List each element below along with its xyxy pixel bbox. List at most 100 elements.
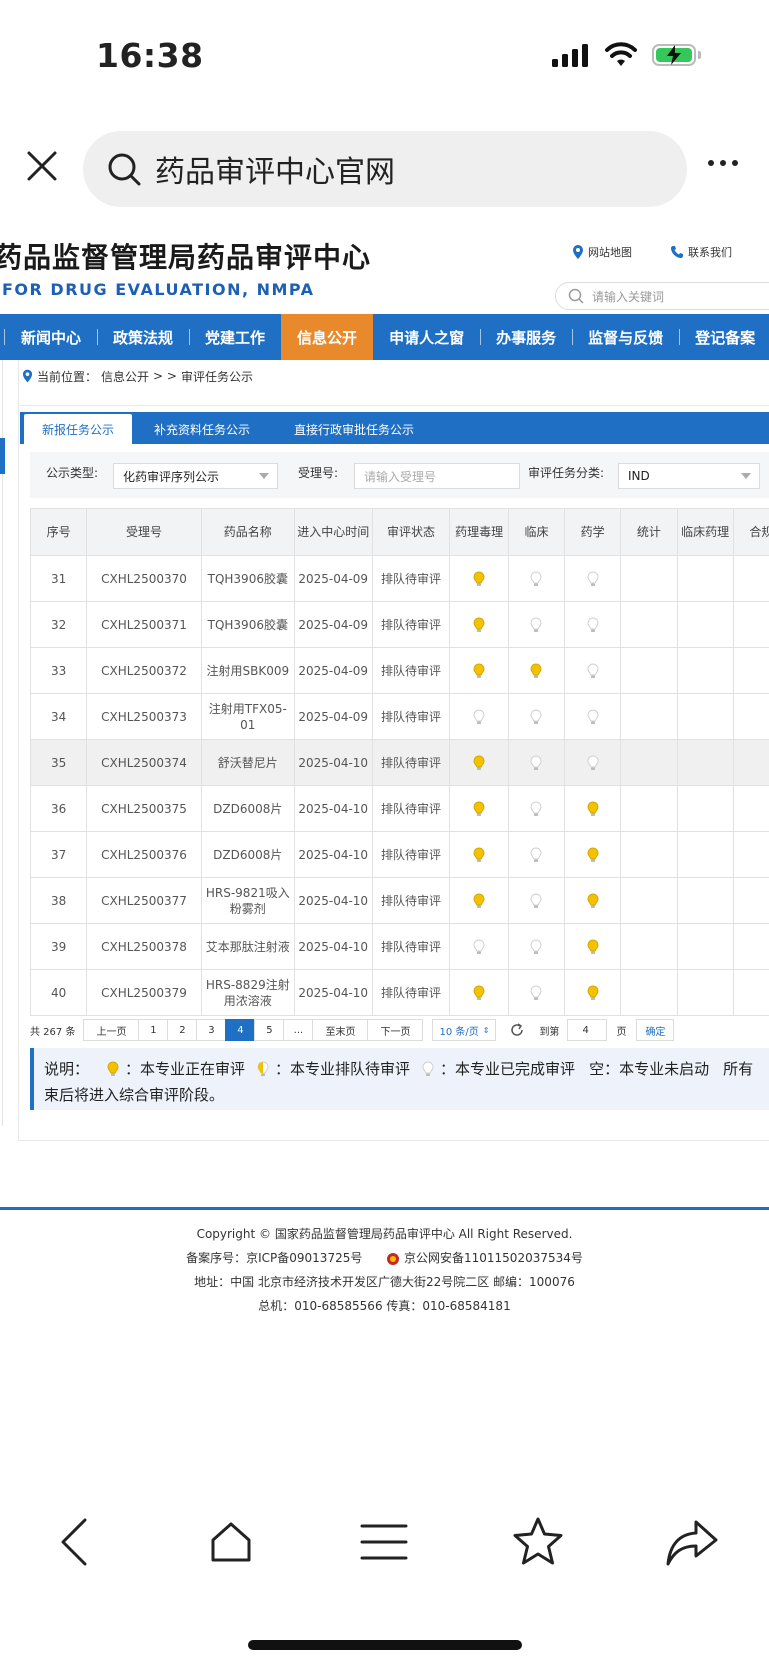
footer-phone: 总机：010-68585566 传真：010-68584181: [258, 1299, 511, 1313]
browser-search-text: 药品审评中心官网: [155, 155, 395, 190]
bulb-white-icon: [473, 939, 485, 955]
confirm-button[interactable]: 确定: [636, 1019, 675, 1041]
nav-item-3[interactable]: 信息公开: [281, 314, 374, 360]
tab-0[interactable]: 新报任务公示: [24, 414, 133, 444]
table-row[interactable]: 32 CXHL2500371 TQH3906胶囊 2025-04-09 排队待审评: [29, 601, 769, 648]
nav-item-2[interactable]: 党建工作: [189, 314, 281, 360]
table-cell: 37: [29, 831, 88, 878]
legend-empty: 空：本专业未启动: [589, 1060, 710, 1078]
table-cell-empty: [620, 969, 678, 1016]
footer-icp[interactable]: 备案序号：京ICP备09013725号: [186, 1251, 362, 1265]
browser-toolbar: [0, 1492, 769, 1592]
table-cell: 34: [29, 693, 88, 740]
prev-page-button[interactable]: 上一页: [83, 1019, 140, 1041]
nav-item-6[interactable]: 监督与反馈: [572, 314, 679, 360]
refresh-icon[interactable]: [509, 1022, 525, 1038]
page-1[interactable]: 1: [138, 1019, 169, 1041]
page-size-select[interactable]: 10 条/页 ⇕: [432, 1019, 497, 1041]
tab-2[interactable]: 直接行政审批任务公示: [272, 414, 436, 444]
nav-item-1[interactable]: 政策法规: [97, 314, 189, 360]
acceptance-placeholder: 请输入受理号: [364, 469, 437, 484]
favorite-star-icon[interactable]: [510, 1514, 566, 1570]
bulb-yellow-icon: [473, 663, 485, 679]
nav-item-7[interactable]: 登记备案: [679, 314, 769, 360]
table-cell-status: [564, 923, 622, 970]
table-cell: 排队待审评: [371, 693, 451, 740]
breadcrumb-prefix: 当前位置：: [37, 369, 98, 384]
table-row[interactable]: 35 CXHL2500374 舒沃替尼片 2025-04-10 排队待审评: [29, 739, 769, 786]
nav-item-0[interactable]: 新闻中心: [5, 314, 97, 360]
table-cell-empty: [732, 785, 769, 832]
updown-icon: ⇕: [482, 1025, 490, 1035]
table-header-2: 药品名称: [200, 508, 295, 556]
contact-link[interactable]: 联系我们: [670, 244, 732, 260]
table-row[interactable]: 39 CXHL2500378 艾本那肽注射液 2025-04-10 排队待审评: [29, 923, 769, 970]
category-label: 审评任务分类:: [528, 466, 605, 480]
goto-label: 到第: [539, 1026, 560, 1038]
back-icon[interactable]: [49, 1514, 105, 1570]
table-cell-status: [507, 693, 566, 740]
close-icon[interactable]: [24, 148, 60, 184]
share-icon[interactable]: [664, 1514, 720, 1570]
table-row[interactable]: 40 CXHL2500379 HRS-8829注射用浓溶液 2025-04-10 排队待…: [29, 969, 769, 1016]
table-cell: 排队待审评: [371, 877, 451, 924]
home-icon[interactable]: [203, 1514, 259, 1570]
table-row[interactable]: 33 CXHL2500372 注射用SBK009 2025-04-09 排队待审评: [29, 647, 769, 694]
table-row[interactable]: 36 CXHL2500375 DZD6008片 2025-04-10 排队待审评: [29, 785, 769, 832]
table-row[interactable]: 31 CXHL2500370 TQH3906胶囊 2025-04-09 排队待审评: [29, 555, 769, 602]
table-cell-status: [507, 555, 566, 602]
sitemap-link[interactable]: 网站地图: [572, 244, 632, 260]
type-select[interactable]: 化药审评序列公示: [113, 463, 278, 489]
page-4[interactable]: 4: [225, 1019, 256, 1041]
table-row[interactable]: 34 CXHL2500373 注射用TFX05-01 2025-04-09 排队待审评: [29, 693, 769, 740]
breadcrumb-divider: [20, 405, 769, 406]
table-cell-status: [564, 647, 622, 694]
table-row[interactable]: 38 CXHL2500377 HRS-9821吸入粉雾剂 2025-04-10 排队待审…: [29, 877, 769, 924]
table-cell-status: [507, 877, 566, 924]
category-select[interactable]: IND: [618, 463, 760, 489]
more-options-icon[interactable]: [708, 160, 738, 166]
footer-police[interactable]: 京公网安备11011502037534号: [404, 1251, 583, 1265]
table-cell: 35: [29, 739, 88, 786]
goto-page-input[interactable]: 4: [567, 1019, 608, 1041]
table-cell-status: [564, 555, 622, 602]
home-indicator[interactable]: [248, 1640, 522, 1650]
tab-1[interactable]: 补充资料任务公示: [132, 414, 272, 444]
bulb-yellow-icon: [587, 985, 599, 1001]
table-cell-status: [449, 831, 509, 878]
site-search-input[interactable]: 请输入关键词: [555, 282, 769, 310]
table-cell: CXHL2500370: [86, 555, 202, 602]
breadcrumb: 当前位置： 信息公开 > > 审评任务公示: [22, 358, 253, 394]
legend-label: 说明：: [44, 1060, 90, 1078]
table-header-1: 受理号: [86, 508, 202, 556]
site-search-icon: [568, 288, 584, 304]
table-row[interactable]: 37 CXHL2500376 DZD6008片 2025-04-10 排队待审评: [29, 831, 769, 878]
breadcrumb-info[interactable]: 信息公开: [101, 368, 149, 385]
table-cell: 舒沃替尼片: [200, 739, 295, 786]
bulb-white-icon: [530, 985, 542, 1001]
table-cell-empty: [732, 693, 769, 740]
nav-item-5[interactable]: 办事服务: [480, 314, 572, 360]
table-cell-empty: [620, 647, 678, 694]
footer-copyright: Copyright © 国家药品监督管理局药品审评中心 All Right Re…: [196, 1227, 573, 1241]
table-cell: 38: [29, 877, 88, 924]
menu-icon[interactable]: [356, 1514, 412, 1570]
table-cell: 排队待审评: [371, 601, 451, 648]
acceptance-input[interactable]: 请输入受理号: [354, 463, 520, 489]
table-cell-status: [564, 601, 622, 648]
type-label: 公示类型:: [46, 466, 99, 480]
table-cell: CXHL2500372: [86, 647, 202, 694]
last-page-button[interactable]: 至末页: [312, 1019, 369, 1041]
cellular-signal-icon: [552, 44, 588, 67]
page-3[interactable]: 3: [196, 1019, 227, 1041]
table-cell: 31: [29, 555, 88, 602]
page-2[interactable]: 2: [167, 1019, 198, 1041]
table-cell-status: [564, 877, 622, 924]
page-5[interactable]: 5: [254, 1019, 285, 1041]
browser-search-bar[interactable]: 药品审评中心官网: [83, 131, 687, 207]
battery-tip: [698, 51, 701, 59]
table-cell-empty: [732, 831, 769, 878]
nav-item-4[interactable]: 申请人之窗: [373, 314, 480, 360]
table-cell: 33: [29, 647, 88, 694]
next-page-button[interactable]: 下一页: [367, 1019, 424, 1041]
